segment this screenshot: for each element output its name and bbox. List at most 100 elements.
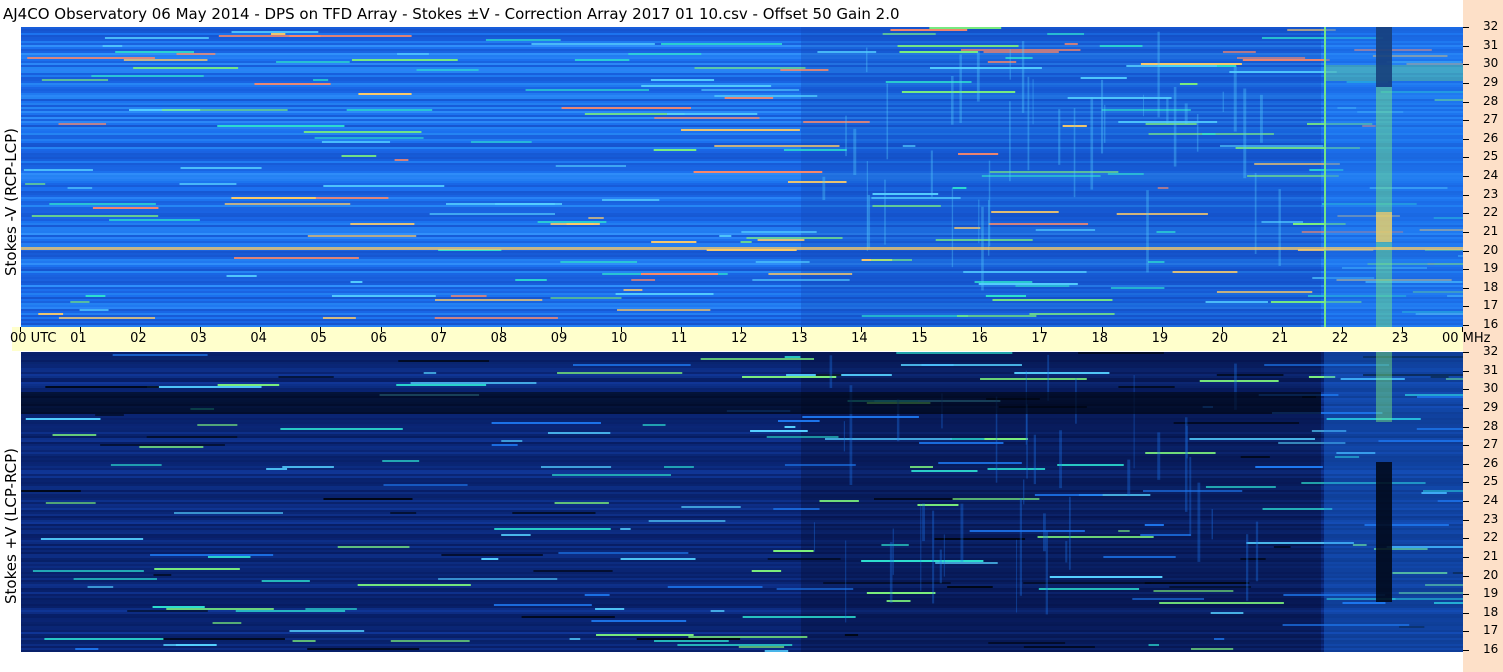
heatmap-streak <box>104 37 209 39</box>
heatmap-streak <box>139 446 204 448</box>
heatmap-streak <box>767 558 841 560</box>
freq-tick-label: 18 <box>1483 279 1499 294</box>
chart-title: AJ4CO Observatory 06 May 2014 - DPS on T… <box>3 5 900 23</box>
heatmap-streak <box>719 235 732 237</box>
heatmap-streak <box>1145 123 1197 125</box>
heatmap-streak <box>919 442 1004 444</box>
heatmap-streak <box>351 59 458 61</box>
heatmap-streak <box>485 39 561 41</box>
time-tick-label: 09 <box>550 331 568 346</box>
heatmap-burst <box>932 510 935 604</box>
heatmap-streak <box>1179 83 1198 85</box>
heatmap-burst <box>829 355 833 389</box>
freq-tick-label: 19 <box>1483 586 1499 601</box>
freq-tick-label: 31 <box>1483 362 1499 377</box>
heatmap-streak <box>282 466 334 468</box>
heatmap-burst <box>943 534 945 577</box>
heatmap-streak <box>1261 221 1304 223</box>
heatmap-streak <box>650 79 715 81</box>
heatmap-streak <box>787 181 847 183</box>
heatmap-streak <box>278 376 334 378</box>
heatmap-streak <box>1140 534 1191 536</box>
heatmap-streak <box>166 608 274 610</box>
time-tick-label: 00 UTC <box>10 331 57 346</box>
dark-band <box>21 392 1321 414</box>
heatmap-streak <box>321 141 391 143</box>
heatmap-streak <box>714 95 818 97</box>
heatmap-streak <box>217 125 345 127</box>
heatmap-streak <box>641 85 772 87</box>
heatmap-streak <box>992 299 1113 301</box>
heatmap-streak <box>1038 588 1140 590</box>
heatmap-streak <box>110 464 162 466</box>
heatmap-streak <box>595 608 625 610</box>
heatmap-streak <box>653 149 697 151</box>
heatmap-streak <box>628 53 702 55</box>
late-day-column <box>1376 352 1392 422</box>
heatmap-streak <box>154 568 240 570</box>
time-tick-mark <box>500 327 502 332</box>
heatmap-burst <box>1045 531 1048 615</box>
heatmap-streak <box>383 484 468 486</box>
heatmap-streak <box>714 145 840 147</box>
heatmap-streak <box>161 109 288 111</box>
heatmap-burst <box>1173 86 1177 167</box>
heatmap-streak <box>153 574 172 576</box>
heatmap-streak <box>25 418 101 420</box>
heatmap-streak <box>234 257 359 259</box>
heatmap-burst <box>951 76 954 125</box>
heatmap-streak <box>872 205 941 207</box>
heatmap-streak <box>1216 374 1284 376</box>
heatmap-streak <box>872 193 939 195</box>
freq-tick-label: 23 <box>1483 511 1499 526</box>
heatmap-streak <box>390 512 417 514</box>
heatmap-streak <box>1190 648 1234 650</box>
heatmap-streak <box>960 49 1081 51</box>
heatmap-streak <box>1147 261 1165 263</box>
heatmap-streak <box>569 638 581 640</box>
freq-tick-label: 23 <box>1483 186 1499 201</box>
freq-tick-mark <box>1463 389 1469 391</box>
freq-tick-mark <box>1463 64 1469 66</box>
heatmap-burst <box>1133 375 1135 469</box>
heatmap-streak <box>150 554 274 556</box>
heatmap-streak <box>123 59 208 61</box>
freq-tick-mark <box>1463 463 1469 465</box>
freq-tick-mark <box>1463 176 1469 177</box>
heatmap-streak <box>615 293 714 295</box>
heatmap-streak <box>740 241 752 243</box>
heatmap-streak <box>560 261 638 263</box>
heatmap-burst <box>1027 76 1030 171</box>
heatmap-streak <box>346 109 433 111</box>
heatmap-streak <box>694 67 806 69</box>
heatmap-streak <box>254 83 331 85</box>
time-tick-mark <box>140 327 142 332</box>
heatmap-streak <box>885 81 972 83</box>
time-tick-mark <box>741 327 742 332</box>
heatmap-burst <box>1058 109 1061 165</box>
heatmap-streak <box>1080 77 1127 79</box>
freq-tick-mark <box>1463 445 1469 447</box>
heatmap-burst <box>1157 432 1161 480</box>
freq-tick-mark <box>1463 45 1469 47</box>
heatmap-streak <box>231 197 316 199</box>
heatmap-streak <box>1118 386 1175 388</box>
heatmap-streak <box>58 317 156 319</box>
heatmap-burst <box>1254 172 1257 254</box>
heatmap-streak <box>470 141 532 143</box>
heatmap-streak <box>956 315 1037 317</box>
heatmap-streak <box>212 622 242 624</box>
heatmap-streak <box>983 51 1059 53</box>
heatmap-streak <box>1099 45 1143 47</box>
heatmap-streak <box>681 506 741 508</box>
heatmap-streak <box>620 528 631 530</box>
spectrogram-stokes-plus-v <box>21 352 1463 652</box>
heatmap-streak <box>1034 494 1103 496</box>
heatmap-streak <box>764 650 789 652</box>
freq-tick-label: 28 <box>1483 418 1499 433</box>
heatmap-streak <box>929 67 1042 69</box>
heatmap-streak <box>780 69 829 71</box>
heatmap-streak <box>991 211 1059 213</box>
heatmap-streak <box>390 640 470 642</box>
heatmap-streak <box>896 352 1013 354</box>
